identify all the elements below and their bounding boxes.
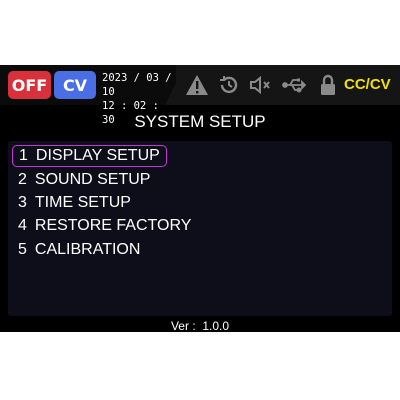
menu-item-time-setup[interactable]: 3 TIME SETUP [12, 192, 137, 214]
menu-item-calibration[interactable]: 5 CALIBRATION [12, 239, 146, 261]
menu-item-display-setup[interactable]: 1 DISPLAY SETUP [12, 145, 167, 167]
menu-item-label: TIME SETUP [34, 194, 131, 211]
menu-item-number: 3 [18, 194, 27, 211]
date-text: 2023 / 03 / 10 [102, 72, 172, 98]
mode-cv-badge[interactable]: CV [54, 71, 96, 99]
menu-item-sound-setup[interactable]: 2 SOUND SETUP [12, 169, 156, 191]
menu-item-label: CALIBRATION [34, 241, 141, 258]
menu-item-label: DISPLAY SETUP [35, 147, 160, 164]
timer-icon [217, 73, 241, 97]
speaker-muted-icon [248, 73, 272, 97]
status-bar: OFF CV 2023 / 03 / 10 12 : 02 : 30 CC/CV [0, 65, 400, 126]
output-off-badge[interactable]: OFF [8, 71, 51, 99]
menu-item-label: SOUND SETUP [34, 171, 151, 188]
menu-item-number: 2 [18, 171, 27, 188]
cc-cv-indicator: CC/CV [344, 76, 391, 93]
version-value: 1.0.0 [202, 319, 230, 332]
warning-icon [185, 73, 209, 97]
version-label: Ver : [170, 319, 196, 332]
menu-item-number: 1 [19, 147, 28, 164]
menu-item-number: 5 [18, 241, 27, 258]
lock-icon [316, 73, 340, 97]
menu-panel: 1 DISPLAY SETUP 2 SOUND SETUP 3 TIME SETUP … [8, 141, 392, 316]
usb-icon [282, 73, 306, 97]
menu-item-number: 4 [18, 217, 27, 234]
version-info: Ver : 1.0.0 [0, 319, 400, 332]
menu-item-label: RESTORE FACTORY [34, 217, 192, 234]
page-title: SYSTEM SETUP [134, 112, 266, 131]
device-screen: OFF CV 2023 / 03 / 10 12 : 02 : 30 CC/CV… [0, 65, 400, 332]
menu-item-restore-factory[interactable]: 4 RESTORE FACTORY [12, 215, 197, 237]
